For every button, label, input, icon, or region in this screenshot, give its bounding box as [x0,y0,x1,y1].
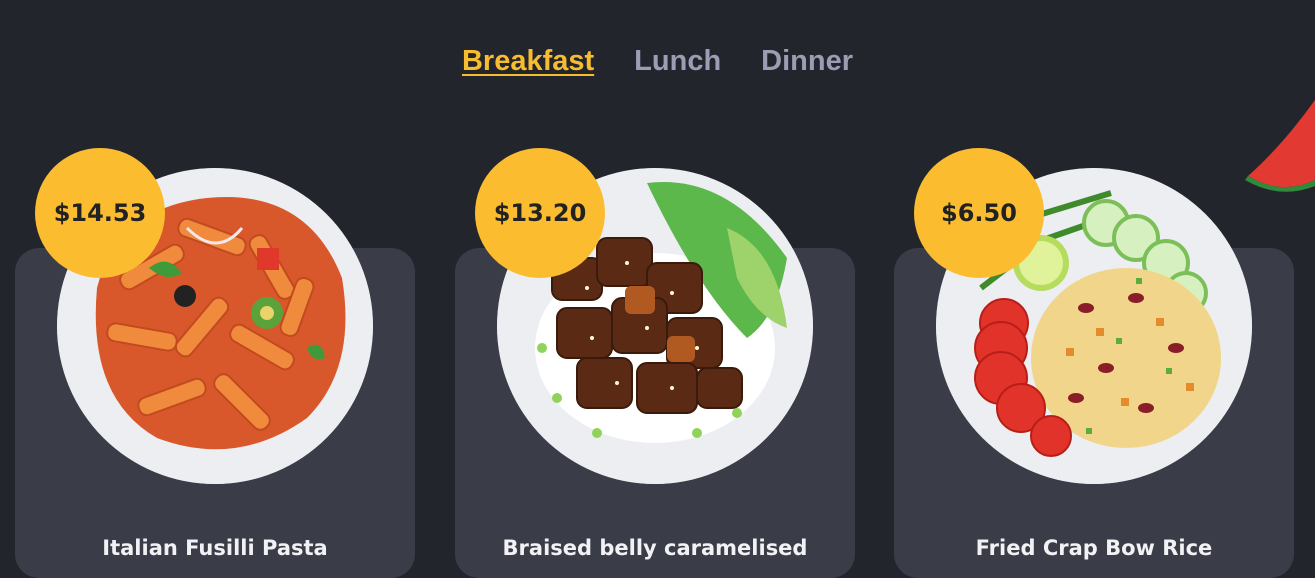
dish-name: Braised belly caramelised [502,536,808,560]
tab-dinner[interactable]: Dinner [761,44,853,78]
dish-name: Italian Fusilli Pasta [102,536,328,560]
price-badge: $13.20 [475,148,605,278]
price-badge: $14.53 [35,148,165,278]
menu-tabs: Breakfast Lunch Dinner [0,44,1315,78]
tab-lunch[interactable]: Lunch [634,44,721,78]
dish-name: Fried Crap Bow Rice [975,536,1213,560]
tab-breakfast[interactable]: Breakfast [462,44,594,78]
watermelon-slice-image [1245,100,1315,192]
price-badge: $6.50 [914,148,1044,278]
